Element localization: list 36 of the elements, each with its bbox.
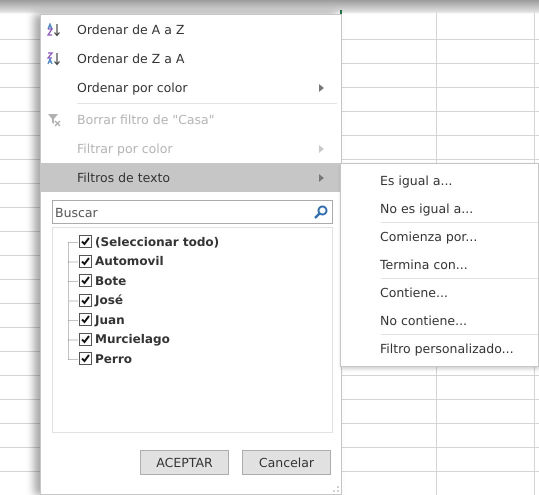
search-field[interactable]: Buscar [52,200,333,224]
menu-item[interactable]: Ordenar de Z a A [41,44,341,73]
value-label[interactable]: Juan [95,312,125,327]
checkbox[interactable] [79,352,92,366]
checkbox[interactable] [79,254,92,268]
submenu-item[interactable]: No contiene... [341,306,538,334]
value-label[interactable]: Murcielago [95,332,170,346]
search-icon [314,205,328,219]
checkbox[interactable] [79,332,92,346]
checkbox[interactable] [79,274,92,288]
submenu-item[interactable]: Es igual a... [341,167,538,194]
value-label[interactable]: Automovil [95,254,164,268]
submenu-item[interactable]: Contiene... [341,279,538,306]
clear-filter-icon [47,112,61,126]
sort-ascending-icon [47,22,61,36]
value-label[interactable]: (Seleccionar todo) [95,234,220,249]
value-label[interactable]: Bote [95,274,126,288]
submenu-arrow-icon [319,144,324,152]
submenu-arrow-icon [319,174,324,182]
value-label[interactable]: Perro [95,352,132,366]
checkbox[interactable] [79,313,92,326]
checkbox[interactable] [79,235,92,248]
submenu-item[interactable]: No es igual a... [341,194,538,222]
menu-item[interactable]: Filtros de texto [41,163,341,192]
submenu-item[interactable]: Comienza por... [341,223,538,250]
submenu-item[interactable]: Filtro personalizado... [341,335,538,362]
checkbox[interactable] [79,294,92,307]
resize-grip-icon [333,486,339,492]
submenu-arrow-icon [319,84,324,92]
sort-descending-icon [47,52,61,66]
submenu-item[interactable]: Termina con... [341,250,538,278]
menu-item[interactable]: Ordenar por color [41,73,341,102]
ok-button[interactable]: ACEPTAR [140,450,229,475]
menu-item[interactable]: Ordenar de A a Z [41,15,341,44]
value-label[interactable]: José [95,293,123,308]
cancel-button[interactable]: Cancelar [242,450,331,475]
